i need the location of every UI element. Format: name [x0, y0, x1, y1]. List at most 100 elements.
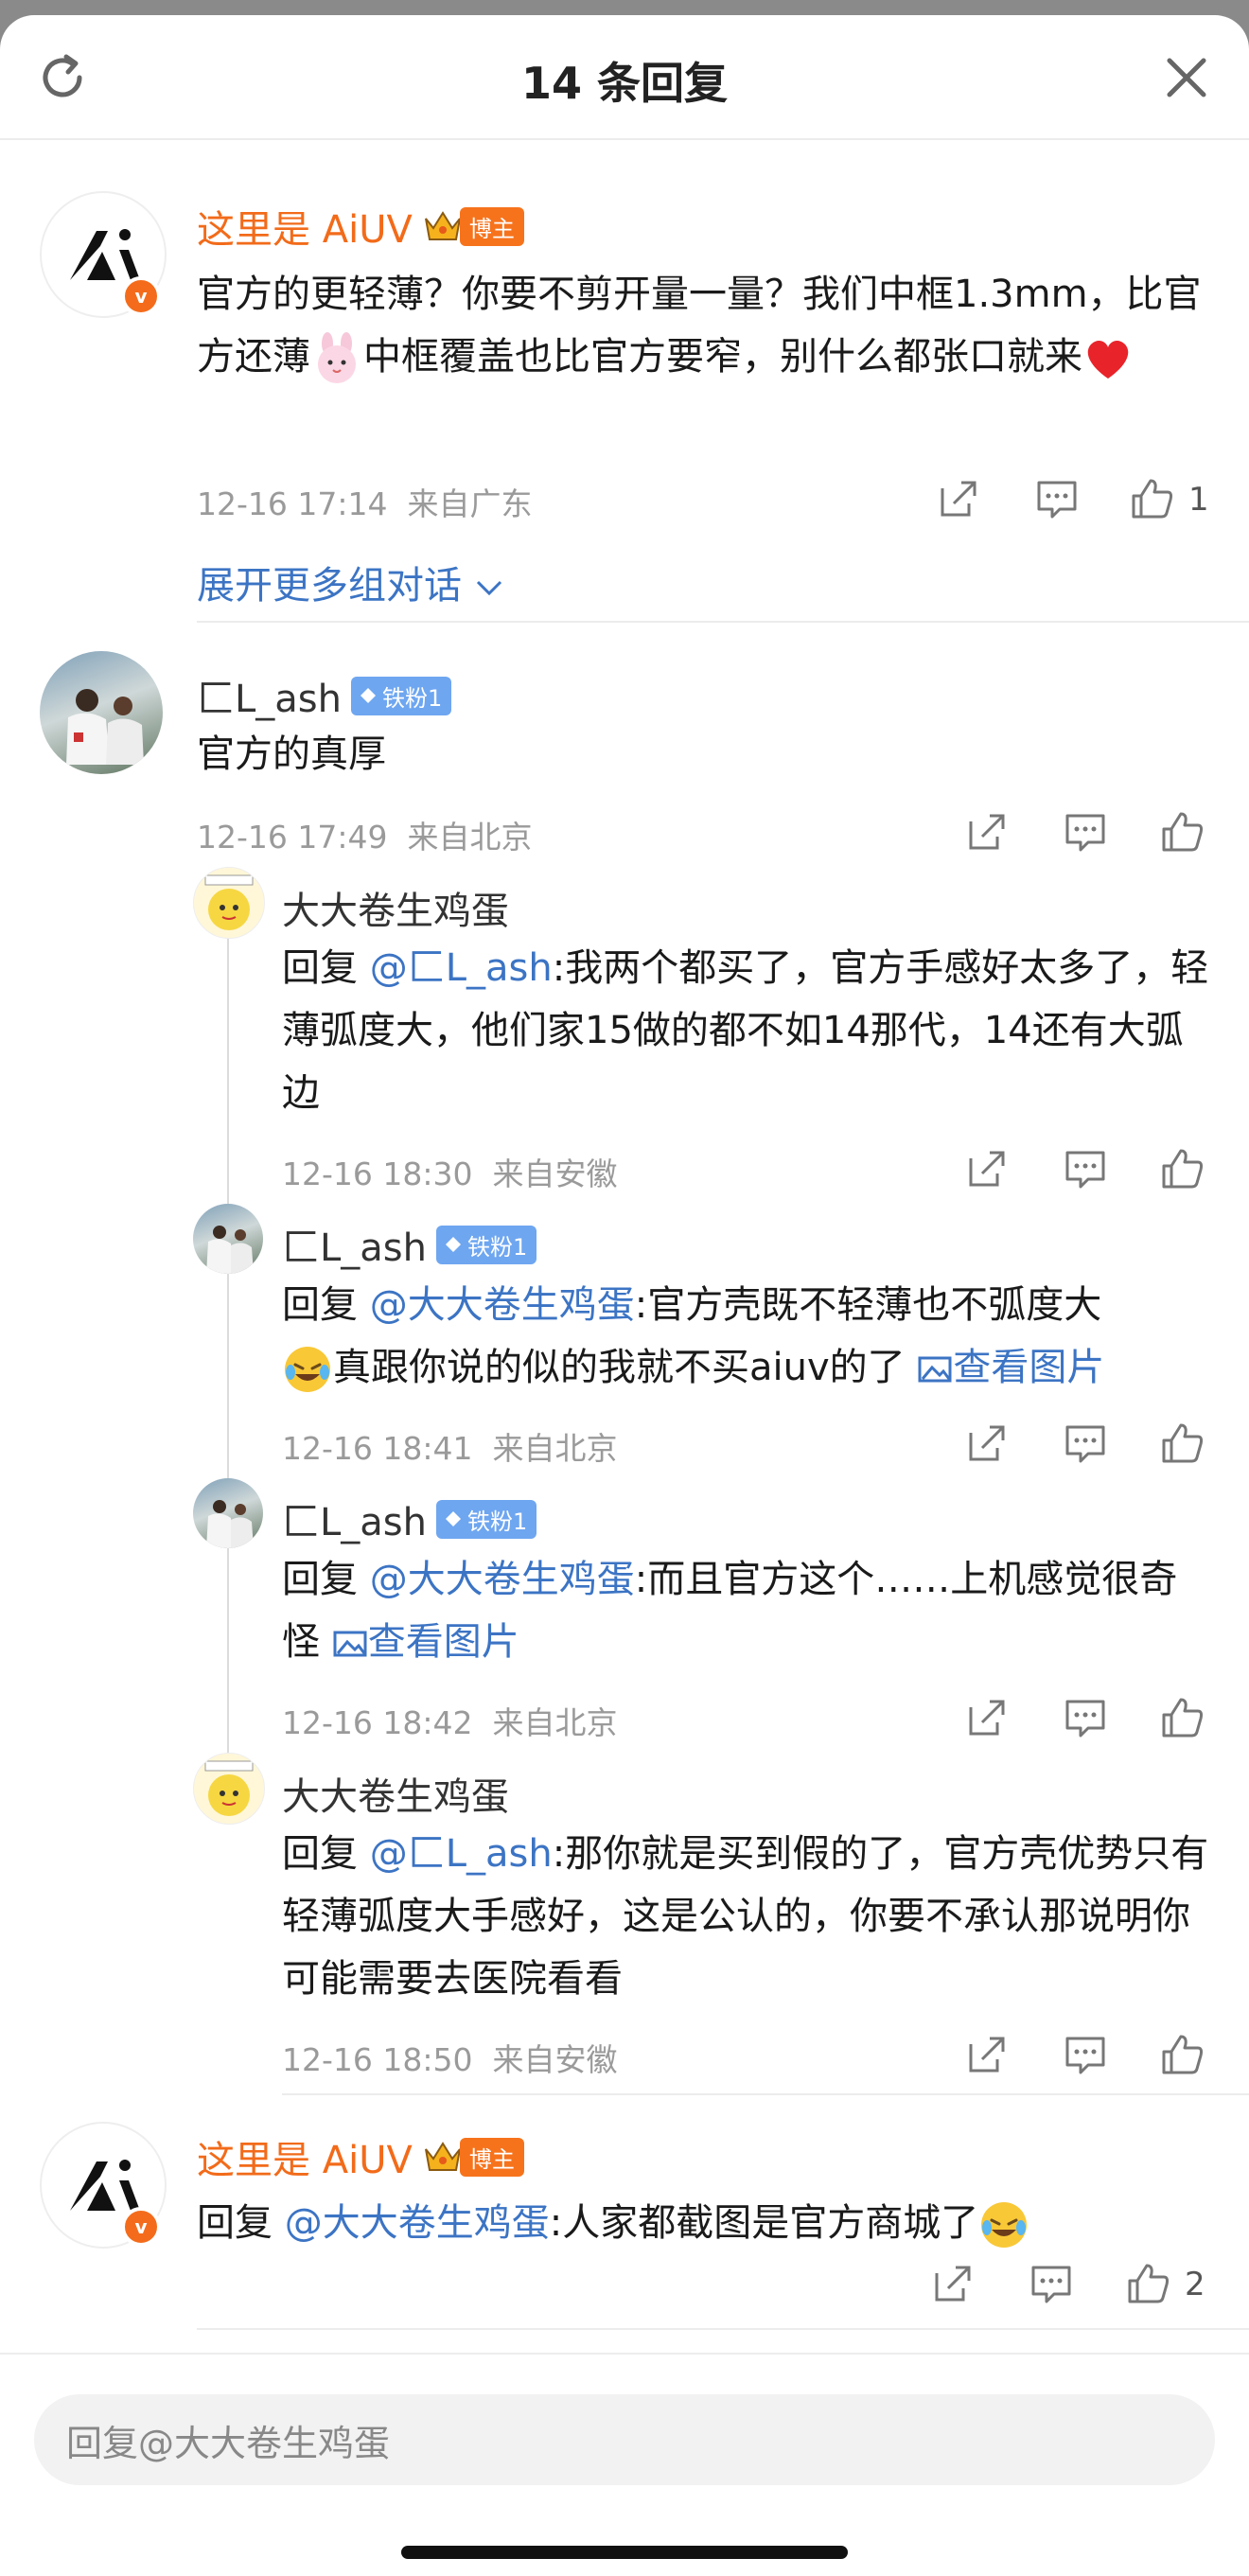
blogger-badge: 博主 [422, 2137, 524, 2177]
avatar[interactable] [193, 1478, 263, 1548]
action-bar [965, 2033, 1211, 2080]
author-name[interactable]: 这里是 AiUV [197, 2129, 413, 2184]
avatar[interactable] [193, 1753, 265, 1825]
diamond-icon [446, 1511, 461, 1526]
like-icon[interactable] [1160, 1147, 1204, 1191]
author-row: 匚L_ash 铁粉1 [282, 1217, 537, 1272]
reply-meta: 12-16 18:30 来自安徽 [282, 1156, 618, 1192]
crown-icon [424, 2142, 461, 2171]
action-bar: 2 [927, 2262, 1211, 2309]
mention-link[interactable]: @匚L_ash [370, 946, 553, 990]
view-image-link[interactable]: 查看图片 [917, 1346, 1104, 1389]
like-count: 1 [1188, 481, 1209, 519]
avatar[interactable] [40, 651, 163, 774]
like-count: 2 [1185, 2266, 1205, 2303]
like-icon[interactable] [1160, 810, 1204, 854]
comment-meta: 12-16 17:49 来自北京 [197, 819, 533, 856]
author-name[interactable]: 大大卷生鸡蛋 [282, 1766, 509, 1821]
laugh-cry-emoji-icon [981, 2202, 1028, 2248]
laugh-cry-emoji-icon [285, 1347, 330, 1392]
like-icon[interactable] [1160, 1696, 1204, 1739]
reply-text: 回复 @大大卷生鸡蛋:官方壳既不轻薄也不弧度大 真跟你说的似的我就不买aiuv的… [282, 1274, 1228, 1399]
sports-photo-icon [206, 1500, 254, 1548]
reply-input[interactable]: 回复@大大卷生鸡蛋 [34, 2394, 1215, 2485]
action-bar [965, 1421, 1211, 1469]
comment-text: 官方的真厚 [197, 732, 386, 776]
mention-link[interactable]: @大大卷生鸡蛋 [285, 2201, 550, 2245]
share-icon[interactable] [937, 477, 980, 520]
comment-text: 回复 @大大卷生鸡蛋:人家都截图是官方商城了 [197, 2192, 1215, 2254]
comment-meta: 12-16 17:14 来自广东 [197, 485, 533, 522]
reply-sheet: 14 条回复 v 这里是 AiUV 博主 官方的更轻薄？你要不剪开量一量？我们中… [0, 15, 1249, 2576]
mention-link[interactable]: @匚L_ash [370, 1832, 553, 1876]
image-icon [918, 1356, 952, 1383]
page-title: 14 条回复 [520, 58, 729, 109]
expand-conversation-link[interactable]: 展开更多组对话 [197, 555, 504, 609]
reply-text: 回复 @匚L_ash:那你就是买到假的了，官方壳优势只有轻薄弧度大手感好，这是公… [282, 1832, 1209, 2001]
share-icon[interactable] [965, 1147, 1009, 1191]
like-icon[interactable] [1160, 1421, 1204, 1465]
comment-text: 官方的更轻薄？你要不剪开量一量？我们中框1.3mm，比官方还薄 中框覆盖也比官方… [197, 263, 1215, 388]
fan-badge: 铁粉1 [436, 1499, 537, 1539]
action-bar [965, 810, 1211, 857]
chevron-down-icon [476, 580, 501, 596]
author-row: 匚L_ash 铁粉1 [197, 668, 452, 723]
share-icon[interactable] [965, 810, 1009, 854]
sports-photo-icon [206, 1226, 254, 1274]
comment-icon[interactable] [1029, 2262, 1073, 2305]
divider [282, 2093, 1249, 2095]
diamond-icon [446, 1237, 461, 1252]
action-bar [965, 1147, 1211, 1194]
view-image-link[interactable]: 查看图片 [332, 1620, 519, 1664]
reply-text: 回复 @大大卷生鸡蛋:而且官方这个……上机感觉很奇怪 查看图片 [282, 1558, 1178, 1664]
verified-badge-icon: v [121, 2207, 161, 2247]
divider [197, 621, 1249, 623]
comment-icon[interactable] [1064, 1421, 1107, 1465]
avatar[interactable] [193, 1204, 263, 1274]
reply-input-placeholder: 回复@大大卷生鸡蛋 [66, 2422, 391, 2464]
author-row: 这里是 AiUV 博主 [197, 199, 524, 254]
cartoon-egg-avatar-icon [204, 1760, 254, 1816]
author-row: 匚L_ash 铁粉1 [282, 1491, 537, 1546]
reply-bar: 回复@大大卷生鸡蛋 [0, 2353, 1249, 2576]
share-icon[interactable] [965, 2033, 1009, 2076]
fan-badge: 铁粉1 [436, 1225, 537, 1264]
comment-icon[interactable] [1064, 1696, 1107, 1739]
mention-link[interactable]: @大大卷生鸡蛋 [370, 1283, 635, 1327]
author-name[interactable]: 这里是 AiUV [197, 199, 413, 254]
like-icon[interactable] [1160, 2033, 1204, 2076]
sports-photo-icon [66, 689, 144, 765]
divider [197, 2328, 1249, 2330]
share-icon[interactable] [931, 2262, 975, 2305]
author-name[interactable]: 大大卷生鸡蛋 [282, 880, 509, 935]
sheet-header: 14 条回复 [0, 15, 1249, 140]
fan-badge: 铁粉1 [351, 676, 452, 715]
like-icon[interactable] [1130, 477, 1173, 520]
share-icon[interactable] [965, 1696, 1009, 1739]
image-icon [333, 1631, 367, 1657]
comment-icon[interactable] [1064, 1147, 1107, 1191]
crown-icon [424, 211, 461, 240]
comment-icon[interactable] [1035, 477, 1079, 520]
comment-icon[interactable] [1064, 2033, 1107, 2076]
author-name[interactable]: 匚L_ash [282, 1491, 427, 1546]
author-row: 大大卷生鸡蛋 [282, 880, 509, 935]
like-icon[interactable] [1126, 2262, 1170, 2305]
author-name[interactable]: 匚L_ash [197, 668, 342, 723]
comment-icon[interactable] [1064, 810, 1107, 854]
home-indicator [401, 2546, 848, 2559]
cartoon-egg-avatar-icon [204, 874, 254, 930]
close-icon[interactable] [1158, 49, 1215, 106]
action-bar: 1 [927, 477, 1211, 524]
action-bar [965, 1696, 1211, 1743]
author-name[interactable]: 匚L_ash [282, 1217, 427, 1272]
bunny-emoji-icon [318, 332, 356, 383]
avatar[interactable] [193, 867, 265, 939]
mention-link[interactable]: @大大卷生鸡蛋 [370, 1558, 635, 1601]
reply-text: 回复 @匚L_ash:我两个都买了，官方手感好太多了，轻薄弧度大，他们家15做的… [282, 946, 1209, 1115]
verified-badge-icon: v [121, 276, 161, 316]
reply-meta: 12-16 18:50 来自安徽 [282, 2041, 618, 2078]
share-icon[interactable] [965, 1421, 1009, 1465]
thread-line [227, 935, 229, 1787]
heart-emoji-icon [1087, 341, 1129, 379]
